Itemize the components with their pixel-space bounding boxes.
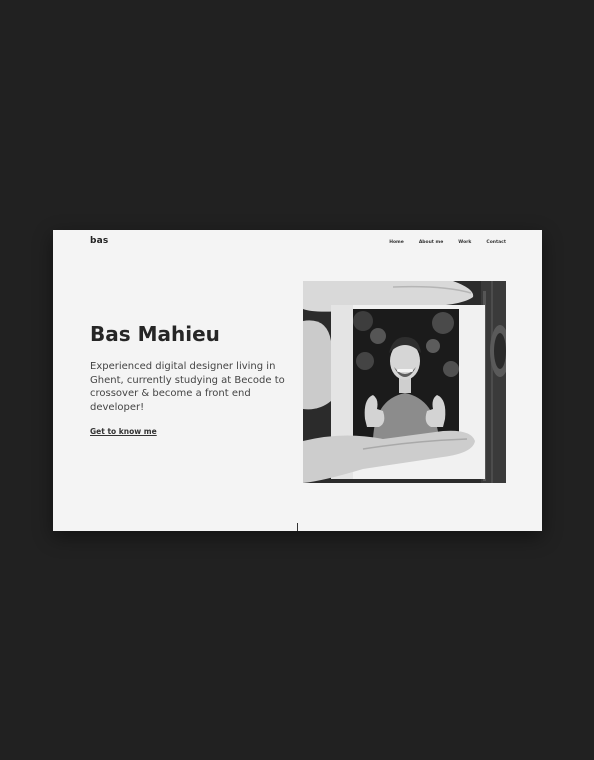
website-preview: bas Home About me Work Contact Bas Mahie… [53,230,542,531]
get-to-know-me-link[interactable]: Get to know me [90,427,157,436]
nav-item-work[interactable]: Work [458,240,471,245]
scroll-indicator [297,523,298,531]
nav-item-home[interactable]: Home [389,240,404,245]
logo[interactable]: bas [90,236,108,246]
main-navigation: Home About me Work Contact [389,240,506,245]
hero-description: Experienced digital designer living in G… [90,361,285,413]
nav-item-about-me[interactable]: About me [419,240,443,245]
hero-title: Bas Mahieu [90,322,220,346]
nav-item-contact[interactable]: Contact [486,240,506,245]
hero-photo [303,281,506,483]
polaroid-photo-illustration [303,281,506,483]
